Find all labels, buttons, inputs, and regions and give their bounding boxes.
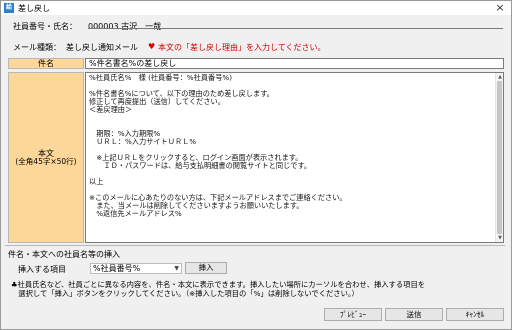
mail-type-label: メール種類： [13, 43, 61, 52]
employee-label: 社員番号・氏名： [13, 22, 77, 31]
send-button[interactable]: 送信 [385, 308, 443, 321]
insert-item-selected: %社員番号% [93, 264, 141, 273]
warning-text: 本文の「差し戻し理由」を入力してください。 [158, 43, 326, 52]
insert-help-note: ♣社員氏名など、社員ごとに異なる内容を、件名・本文に表示できます。挿入したい場所… [11, 280, 503, 298]
subject-input[interactable]: %件名書名%の差し戻し [85, 58, 504, 69]
subject-label: 件名 [8, 58, 84, 69]
scroll-up-arrow-icon[interactable]: ▲ [496, 73, 503, 81]
cancel-button[interactable]: ｷｬﾝｾﾙ [446, 308, 504, 321]
insert-button[interactable]: 挿入 [185, 262, 227, 274]
insert-note-line1: ♣社員氏名など、社員ごとに異なる内容を、件名・本文に表示できます。挿入したい場所… [11, 280, 426, 289]
dialog-window: 給 差し戻し × 社員番号・氏名： 000003 古沢 一哉 メール種類： 差し… [0, 0, 512, 330]
insert-item-label: 挿入する項目 [18, 265, 66, 274]
preview-button[interactable]: ﾌﾟﾚﾋﾞｭｰ [324, 308, 382, 321]
window-title: 差し戻し [18, 4, 50, 13]
app-icon: 給 [4, 3, 14, 13]
body-limit-label: (全角45字×50行) [15, 157, 77, 166]
insert-section-title: 件名・本文への社員名等の挿入 [8, 250, 120, 259]
body-scrollbar[interactable]: ▲ ▼ [495, 73, 503, 242]
scroll-thumb[interactable] [497, 81, 502, 234]
body-text[interactable]: %社員氏名% 様 (社員番号：%社員番号%) %件名書名%について、以下の理由の… [89, 74, 489, 218]
close-icon[interactable]: × [493, 1, 507, 15]
chevron-down-icon: ▼ [174, 265, 179, 272]
mail-type-value: 差し戻し通知メール [66, 43, 138, 52]
employee-value: 000003 古沢 一哉 [88, 22, 162, 31]
title-bar: 給 差し戻し × [1, 1, 511, 15]
scroll-down-arrow-icon[interactable]: ▼ [496, 234, 503, 242]
body-label-panel: 本文 (全角45字×50行) [8, 72, 84, 243]
body-textarea[interactable]: %社員氏名% 様 (社員番号：%社員番号%) %件名書名%について、以下の理由の… [85, 72, 504, 243]
insert-note-line2: 選択して「挿入」ボタンをクリックしてください。（※挿入した項目の「%」は削除しな… [11, 289, 359, 298]
warning-heart-icon: ♥ [148, 42, 156, 51]
employee-field-underline [88, 28, 503, 29]
insert-item-select[interactable]: %社員番号% ▼ [90, 263, 182, 274]
